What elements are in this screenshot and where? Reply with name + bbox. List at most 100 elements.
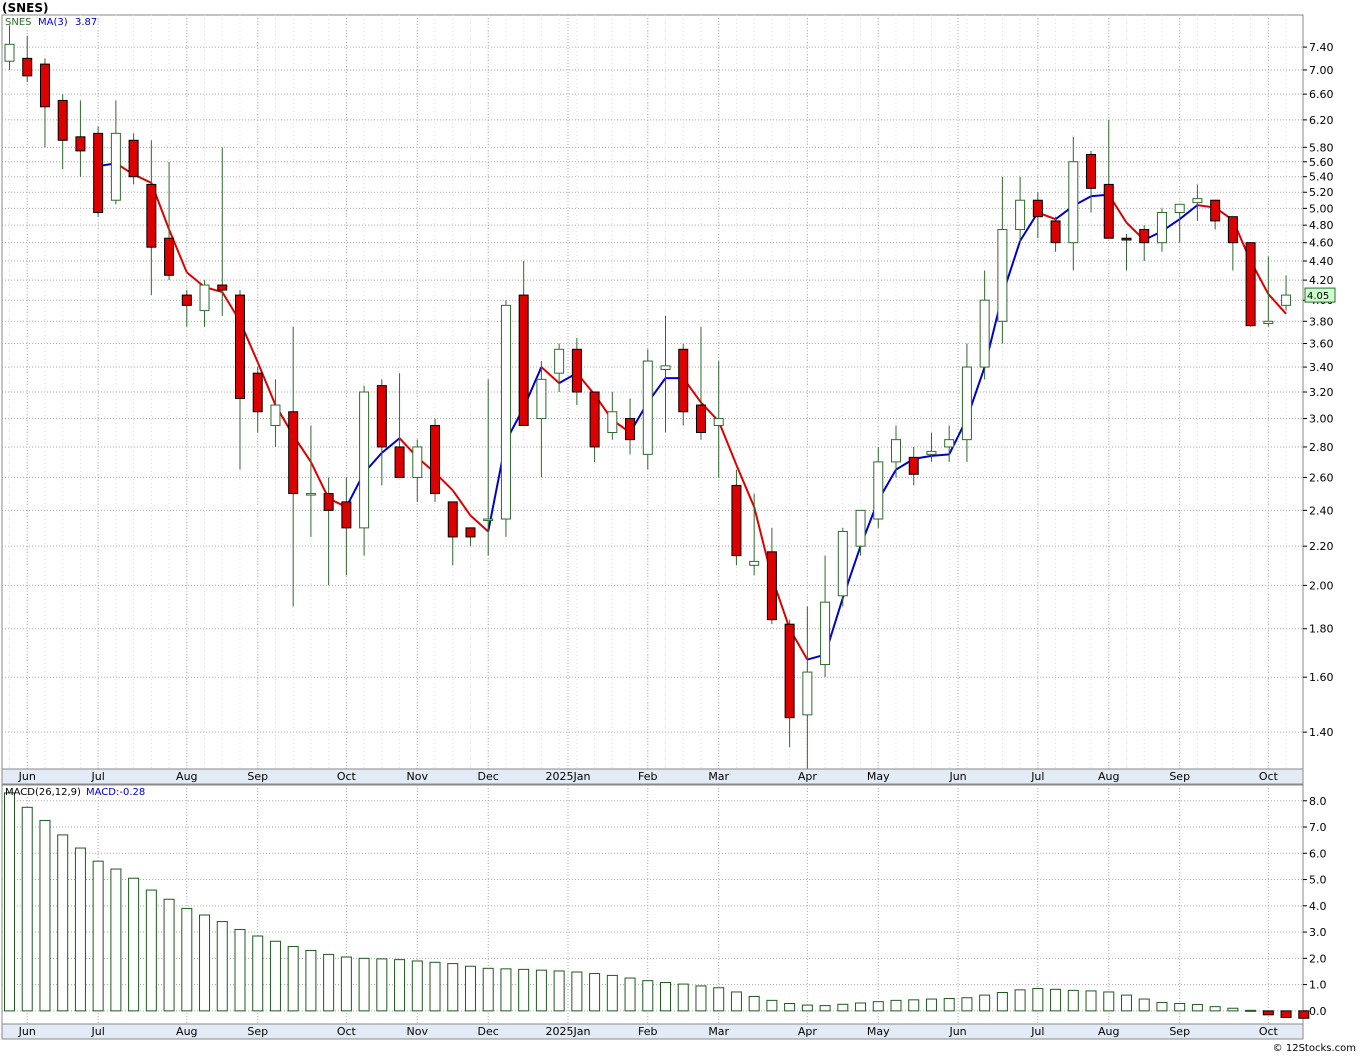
candle-body bbox=[607, 411, 618, 434]
candle-body bbox=[1086, 153, 1097, 189]
candle-body bbox=[642, 360, 653, 455]
macd-tick-label: 4.0 bbox=[1309, 900, 1327, 913]
macd-bar bbox=[730, 991, 742, 1012]
candle-body bbox=[1139, 228, 1150, 244]
macd-bar bbox=[1245, 1009, 1257, 1012]
x-axis-label: Mar bbox=[708, 1025, 729, 1038]
candle-body bbox=[1015, 199, 1026, 230]
candle-body bbox=[57, 99, 68, 141]
price-tick-label: 4.40 bbox=[1309, 255, 1334, 268]
legend-ma-label: MA(3) bbox=[38, 17, 68, 28]
price-tick-label: 7.00 bbox=[1309, 64, 1334, 77]
x-axis-label: Sep bbox=[1169, 1025, 1190, 1038]
candle-body bbox=[110, 132, 121, 201]
candle-body bbox=[128, 139, 139, 178]
x-axis-label: Nov bbox=[407, 770, 429, 783]
candle-body bbox=[217, 284, 228, 291]
macd-bar bbox=[1298, 1010, 1310, 1019]
candle-body bbox=[589, 391, 600, 448]
price-tick-label: 3.40 bbox=[1309, 361, 1334, 374]
macd-bar bbox=[181, 907, 193, 1012]
candle-body bbox=[359, 391, 370, 529]
macd-bar bbox=[801, 1004, 813, 1012]
price-tick-label: 2.00 bbox=[1309, 579, 1334, 592]
macd-bar bbox=[394, 959, 406, 1012]
macd-bar bbox=[39, 819, 51, 1012]
candle-body bbox=[93, 132, 104, 214]
candle-body bbox=[323, 493, 334, 511]
candle-body bbox=[1245, 242, 1256, 327]
candle-body bbox=[749, 560, 760, 566]
macd-bar bbox=[766, 999, 778, 1012]
macd-tick-label: 2.0 bbox=[1309, 952, 1327, 965]
macd-bar bbox=[1067, 989, 1079, 1012]
macd-bar bbox=[305, 949, 317, 1012]
candle-body bbox=[536, 378, 547, 420]
candle-body bbox=[518, 294, 529, 426]
macd-bar bbox=[1138, 998, 1150, 1012]
macd-bar bbox=[163, 898, 175, 1012]
macd-bar bbox=[660, 982, 672, 1012]
macd-bar bbox=[1103, 991, 1115, 1012]
macd-bar bbox=[340, 956, 352, 1012]
price-tick-label: 7.40 bbox=[1309, 41, 1334, 54]
candle-body bbox=[678, 348, 689, 413]
x-axis-label: 2025Jan bbox=[546, 770, 591, 783]
candle-body bbox=[961, 366, 972, 441]
candle-body bbox=[997, 228, 1008, 322]
candle-body bbox=[75, 136, 86, 152]
candle-body bbox=[1103, 183, 1114, 239]
candle-body bbox=[784, 623, 795, 719]
macd-bar bbox=[110, 868, 122, 1012]
candle-body bbox=[376, 385, 387, 448]
candle bbox=[128, 133, 139, 185]
macd-bar bbox=[376, 958, 388, 1012]
candle-body bbox=[1050, 220, 1061, 244]
candle-body bbox=[412, 446, 423, 478]
x-axis-label: Sep bbox=[1169, 770, 1190, 783]
x-axis-label: May bbox=[867, 1025, 890, 1038]
candle-body bbox=[979, 299, 990, 368]
x-axis-label: Aug bbox=[1098, 1025, 1119, 1038]
candle-body bbox=[1227, 216, 1238, 244]
candle bbox=[430, 418, 441, 502]
price-panel: 7.40 7.00 6.60 6.20 5.80 5.60 5.40 5.20 5.00 4.80… bbox=[1, 14, 1336, 770]
chart-title: (SNES) bbox=[2, 1, 49, 15]
x-axis-label: Jul bbox=[1030, 770, 1044, 783]
candle-body bbox=[802, 671, 813, 716]
macd-tick-label: 6.0 bbox=[1309, 847, 1327, 860]
price-tick-label: 4.60 bbox=[1309, 237, 1334, 250]
price-tick-label: 1.60 bbox=[1309, 671, 1334, 684]
price-tick-label: 6.60 bbox=[1309, 88, 1334, 101]
macd-bar bbox=[216, 921, 228, 1012]
x-axis-label: Sep bbox=[247, 1025, 268, 1038]
candle-body bbox=[4, 43, 15, 62]
x-axis-label: Oct bbox=[337, 770, 357, 783]
macd-bar bbox=[1120, 994, 1132, 1012]
x-axis-label: Aug bbox=[176, 770, 197, 783]
candle bbox=[93, 126, 104, 217]
macd-tick-label: 3.0 bbox=[1309, 926, 1327, 939]
candle-body bbox=[1192, 198, 1203, 204]
candle-body bbox=[199, 284, 210, 312]
macd-bar bbox=[1032, 988, 1044, 1012]
candle-body bbox=[1281, 294, 1292, 306]
x-axis-label: Jun bbox=[18, 1025, 36, 1038]
macd-bar bbox=[571, 971, 583, 1012]
candle-body bbox=[837, 530, 848, 597]
candle bbox=[1245, 242, 1256, 327]
candle-body bbox=[1174, 203, 1185, 214]
x-axis-label: Apr bbox=[798, 770, 818, 783]
candle-body bbox=[554, 348, 565, 374]
macd-bar bbox=[1280, 1010, 1292, 1018]
macd-bar bbox=[961, 997, 973, 1012]
macd-tick-label: 8.0 bbox=[1309, 795, 1327, 808]
candle-body bbox=[1263, 320, 1274, 324]
candle-body bbox=[695, 404, 706, 434]
candle-body bbox=[1068, 161, 1079, 244]
candle-body bbox=[252, 372, 263, 413]
x-axis-label: Jun bbox=[948, 770, 966, 783]
x-axis-label: Oct bbox=[337, 1025, 357, 1038]
macd-bar bbox=[323, 953, 335, 1012]
macd-bar bbox=[429, 961, 441, 1012]
